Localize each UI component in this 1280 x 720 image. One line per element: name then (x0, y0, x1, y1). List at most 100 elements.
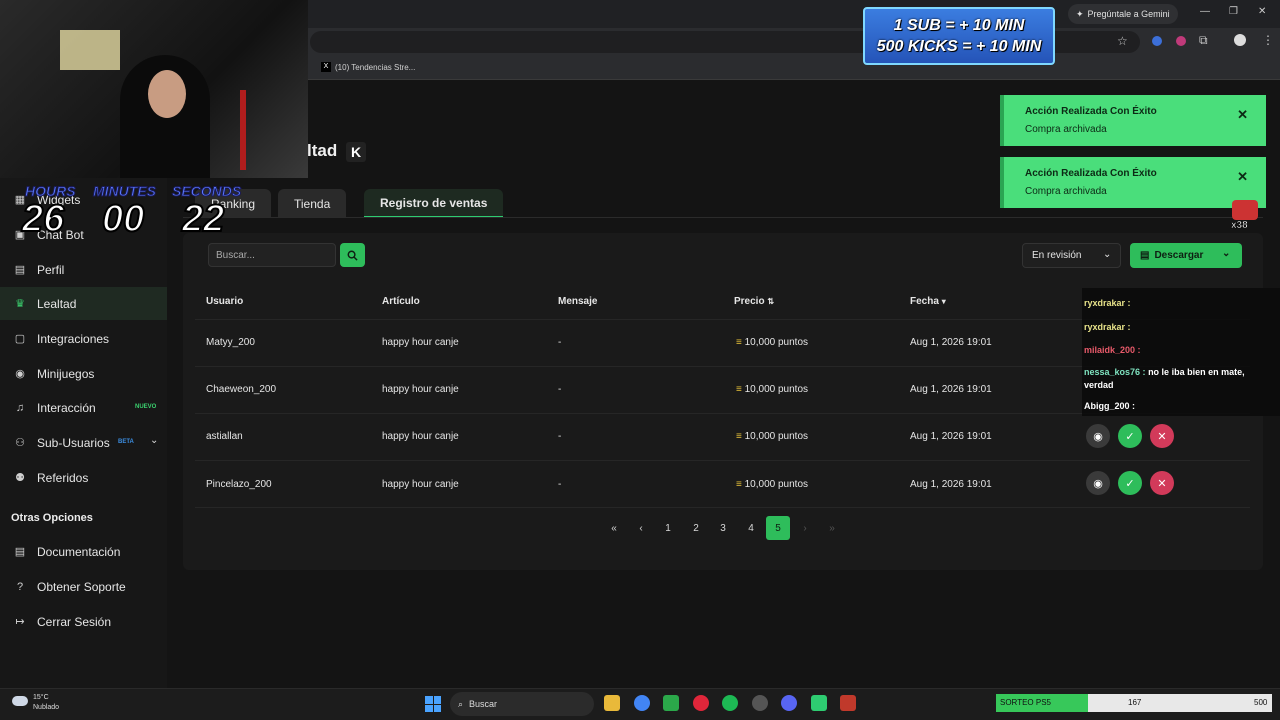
timer-hours: 26 (21, 197, 65, 241)
windows-start-icon[interactable] (425, 696, 441, 712)
column-header-fecha[interactable]: Fecha ▾ (910, 296, 946, 307)
profile-icon: ▤ (14, 264, 26, 276)
gemini-label: Pregúntale a Gemini (1087, 9, 1170, 19)
docs-icon: ▤ (14, 546, 26, 558)
cell-mensaje: - (558, 384, 562, 395)
download-button[interactable]: ▤ Descargar ⌄ (1130, 243, 1242, 268)
chevron-down-icon[interactable]: ⌄ (1222, 248, 1230, 259)
users-icon: ⚇ (15, 437, 25, 449)
extension-icon[interactable] (1152, 36, 1162, 46)
view-button[interactable]: ◉ (1086, 424, 1110, 448)
extension-icon[interactable] (1176, 36, 1186, 46)
giveaway-label: SORTEO PS5 (1000, 698, 1051, 707)
sidebar-item-label: Lealtad (37, 296, 77, 311)
page-button-current[interactable]: 5 (766, 516, 790, 540)
page-button[interactable]: 4 (739, 516, 763, 540)
page-button[interactable]: 3 (711, 516, 735, 540)
extensions-puzzle-icon[interactable]: ⧉ (1199, 33, 1208, 48)
sidebar-item-soporte[interactable]: ? Obtener Soporte (0, 570, 167, 603)
weather-widget[interactable]: 15°C Nublado (12, 693, 59, 713)
tab-tienda[interactable]: Tienda (278, 189, 347, 218)
cell-articulo: happy hour canje (382, 431, 459, 442)
sidebar-item-perfil[interactable]: ▤ Perfil (0, 253, 167, 286)
sidebar-item-integraciones[interactable]: ▢ Integraciones (0, 322, 167, 355)
column-header-precio[interactable]: Precio ⇅ (734, 296, 774, 307)
browser-menu-icon[interactable]: ⋮ (1262, 33, 1274, 47)
page-button[interactable]: 2 (684, 516, 708, 540)
column-header-usuario: Usuario (206, 296, 244, 307)
sidebar-item-label: Obtener Soporte (37, 579, 126, 594)
maximize-icon[interactable]: ❐ (1229, 6, 1238, 17)
sidebar-item-referidos[interactable]: ⚉ Referidos (0, 461, 167, 494)
price-value: 10,000 puntos (744, 479, 809, 490)
status-filter-value: En revisión (1032, 250, 1082, 261)
discord-icon[interactable] (781, 695, 797, 711)
cell-fecha: Aug 1, 2026 19:01 (910, 479, 992, 490)
sidebar-item-documentacion[interactable]: ▤ Documentación (0, 535, 167, 568)
gemini-button[interactable]: ✦ Pregúntale a Gemini (1068, 4, 1178, 24)
banner-line-2: 500 KICKS = + 10 MIN (876, 38, 1042, 55)
search-input[interactable] (208, 243, 336, 267)
sidebar-item-subusuarios[interactable]: ⚇ Sub-Usuarios (0, 426, 167, 459)
reject-button[interactable]: ✕ (1150, 424, 1174, 448)
app-icon[interactable] (840, 695, 856, 711)
view-button[interactable]: ◉ (1086, 471, 1110, 495)
section-title-otras-opciones: Otras Opciones (11, 512, 93, 524)
app-icon[interactable] (811, 695, 827, 711)
bookmarks-bar: X (10) Tendencias Stre... (300, 56, 1280, 80)
profile-avatar-icon[interactable] (1234, 34, 1246, 46)
taskbar-search[interactable]: ⌕ Buscar (450, 692, 594, 716)
close-icon: ✕ (1157, 477, 1167, 490)
file-explorer-icon[interactable] (604, 695, 620, 711)
timer-hours-label: HOURS (25, 183, 77, 200)
price-value: 10,000 puntos (744, 337, 809, 348)
tab-registro-de-ventas[interactable]: Registro de ventas (364, 189, 504, 218)
bookmark-star-icon[interactable]: ☆ (1117, 34, 1128, 48)
chat-username: milaidk_200 : (1084, 345, 1141, 355)
kick-logo-icon: K (346, 142, 366, 162)
column-header-label: Precio (734, 296, 765, 307)
close-icon[interactable]: ✕ (1237, 169, 1248, 185)
minecraft-icon[interactable] (663, 695, 679, 711)
cell-usuario: Matyy_200 (206, 337, 255, 348)
sidebar-item-lealtad[interactable]: ♛ Lealtad (0, 287, 167, 320)
bookmark-item[interactable]: X (10) Tendencias Stre... (321, 62, 415, 72)
chrome-icon[interactable] (634, 695, 650, 711)
first-page-icon[interactable]: « (602, 516, 626, 540)
cell-mensaje: - (558, 337, 562, 348)
last-page-icon[interactable]: » (820, 516, 844, 540)
check-icon: ✓ (1125, 430, 1135, 443)
opera-icon[interactable] (693, 695, 709, 711)
timer-minutes: 00 (101, 197, 145, 241)
approve-button[interactable]: ✓ (1118, 424, 1142, 448)
close-icon: ✕ (1157, 430, 1167, 443)
spotify-icon[interactable] (722, 695, 738, 711)
coins-icon: ≡ (736, 431, 742, 442)
column-header-label: Fecha (910, 296, 939, 307)
next-page-icon[interactable]: › (793, 516, 817, 540)
webcam-face (148, 70, 186, 118)
sidebar-item-label: Perfil (37, 262, 65, 277)
search-button[interactable] (340, 243, 365, 267)
search-icon: ⌕ (458, 698, 464, 709)
sidebar-item-cerrar-sesion[interactable]: ↦ Cerrar Sesión (0, 605, 167, 638)
prev-page-icon[interactable]: ‹ (629, 516, 653, 540)
tab-divider (183, 217, 1263, 218)
chevron-down-icon[interactable]: ⌄ (150, 435, 158, 446)
minimize-icon[interactable]: — (1200, 6, 1210, 17)
chevron-down-icon: ⌄ (1103, 249, 1112, 260)
sidebar-item-minijuegos[interactable]: ◉ Minijuegos (0, 357, 167, 390)
close-window-icon[interactable]: ✕ (1258, 6, 1266, 17)
cell-mensaje: - (558, 431, 562, 442)
cell-articulo: happy hour canje (382, 479, 459, 490)
cell-fecha: Aug 1, 2026 19:01 (910, 384, 992, 395)
page-button[interactable]: 1 (656, 516, 680, 540)
approve-button[interactable]: ✓ (1118, 471, 1142, 495)
sidebar-item-label: Interacción (37, 400, 96, 415)
taskbar-search-label: Buscar (469, 699, 498, 709)
reject-button[interactable]: ✕ (1150, 471, 1174, 495)
obs-icon[interactable] (752, 695, 768, 711)
close-icon[interactable]: ✕ (1237, 107, 1248, 123)
weather-temp: 15°C (33, 694, 49, 701)
status-filter-select[interactable]: En revisión ⌄ (1022, 243, 1121, 268)
